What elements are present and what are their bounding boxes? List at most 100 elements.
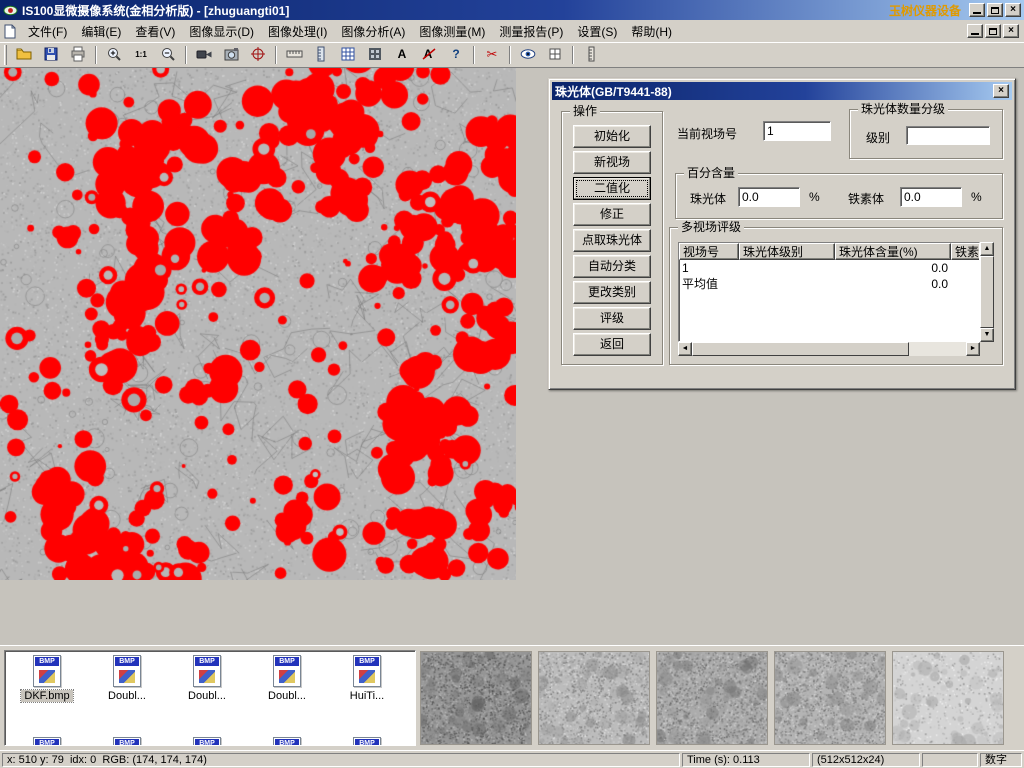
- restore-button[interactable]: [987, 3, 1003, 17]
- ferrite-percent-input[interactable]: [900, 187, 962, 207]
- table-col-header[interactable]: 珠光体级别: [739, 243, 835, 260]
- table-icon: [340, 46, 357, 65]
- help-button[interactable]: ?: [443, 44, 469, 66]
- file-item[interactable]: BMPDoubl...: [247, 655, 327, 702]
- scroll-left-button[interactable]: ◄: [678, 342, 692, 356]
- table-button[interactable]: [335, 44, 361, 66]
- scroll-up-button[interactable]: ▲: [980, 242, 994, 256]
- close-button[interactable]: ×: [1005, 3, 1021, 17]
- metallographic-image[interactable]: [0, 68, 516, 580]
- menu-item[interactable]: 文件(F): [21, 20, 74, 43]
- ruler-v-button[interactable]: [578, 44, 604, 66]
- table-col-header[interactable]: 铁素体: [951, 243, 980, 260]
- menu-item[interactable]: 帮助(H): [624, 20, 679, 43]
- file-item[interactable]: BMPHuiTi...: [327, 655, 407, 702]
- mdi-restore-button[interactable]: [985, 24, 1001, 38]
- menu-item[interactable]: 编辑(E): [74, 20, 128, 43]
- app-logo-icon: [3, 3, 19, 17]
- thumbnail-image[interactable]: [892, 651, 1004, 745]
- eye-button[interactable]: [515, 44, 541, 66]
- dialog-close-button[interactable]: ×: [993, 84, 1009, 98]
- open-button[interactable]: [11, 44, 37, 66]
- file-item[interactable]: BMP: [167, 737, 247, 746]
- actual-size-button[interactable]: 1:1: [128, 44, 154, 66]
- watermark-text: 玉树仪器设备: [889, 2, 961, 19]
- table-col-header[interactable]: 珠光体含量(%): [835, 243, 951, 260]
- bmp-badge: BMP: [115, 739, 139, 746]
- file-item[interactable]: BMP: [327, 737, 407, 746]
- thumbnail-image[interactable]: [774, 651, 886, 745]
- table-vertical-scrollbar[interactable]: ▲ ▼: [980, 242, 994, 342]
- op-button-5[interactable]: 点取珠光体: [573, 229, 651, 252]
- op-button-8[interactable]: 评级: [573, 307, 651, 330]
- toolbar-grip[interactable]: [4, 45, 7, 65]
- document-icon[interactable]: [3, 23, 19, 39]
- thumbnail-image[interactable]: [420, 651, 532, 745]
- zoom-in-button[interactable]: [101, 44, 127, 66]
- video-button[interactable]: [191, 44, 217, 66]
- font-edit-button[interactable]: A: [416, 44, 442, 66]
- table-row[interactable]: 10.0: [679, 260, 979, 276]
- table-cell: [739, 276, 835, 292]
- menu-item[interactable]: 测量报告(P): [492, 20, 570, 43]
- menu-item[interactable]: 图像显示(D): [182, 20, 261, 43]
- op-button-6[interactable]: 自动分类: [573, 255, 651, 278]
- arrow-left-icon: ◄: [682, 345, 689, 352]
- op-button-3[interactable]: 二值化: [573, 177, 651, 200]
- file-item[interactable]: BMP: [7, 737, 87, 746]
- file-label: DKF.bmp: [21, 690, 72, 702]
- print-button[interactable]: [65, 44, 91, 66]
- cut-button[interactable]: ✂: [479, 44, 505, 66]
- save-button[interactable]: [38, 44, 64, 66]
- ferrite-label: 铁素体: [848, 190, 884, 207]
- op-button-7[interactable]: 更改类别: [573, 281, 651, 304]
- pearlite-dialog: 珠光体(GB/T9441-88) × 操作 初始化新视场二值化修正点取珠光体自动…: [548, 78, 1016, 390]
- file-label: Doubl...: [105, 690, 149, 702]
- table-horizontal-scrollbar[interactable]: ◄ ►: [678, 342, 980, 356]
- menu-item[interactable]: 图像处理(I): [261, 20, 334, 43]
- file-item[interactable]: BMPDoubl...: [87, 655, 167, 702]
- file-list: BMPDKF.bmpBMPDoubl...BMPDoubl...BMPDoubl…: [7, 655, 407, 702]
- capture-button[interactable]: [218, 44, 244, 66]
- arrow-down-icon: ▼: [984, 331, 991, 338]
- menu-item[interactable]: 设置(S): [570, 20, 624, 43]
- zoom-out-button[interactable]: [155, 44, 181, 66]
- caliper-v-icon: [313, 46, 330, 65]
- scroll-track[interactable]: [909, 342, 966, 356]
- aim-button[interactable]: [245, 44, 271, 66]
- caliper-h-button[interactable]: [281, 44, 307, 66]
- file-label: HuiTi...: [347, 690, 387, 702]
- file-item[interactable]: BMPDKF.bmp: [7, 655, 87, 702]
- file-item[interactable]: BMP: [87, 737, 167, 746]
- menu-item[interactable]: 图像测量(M): [412, 20, 492, 43]
- op-button-4[interactable]: 修正: [573, 203, 651, 226]
- status-bar: x: 510 y: 79 idx: 0 RGB: (174, 174, 174)…: [0, 750, 1024, 768]
- horizontal-scroll-thumb[interactable]: [692, 342, 909, 356]
- dialog-title-bar[interactable]: 珠光体(GB/T9441-88) ×: [552, 82, 1012, 100]
- grid-dark-button[interactable]: [362, 44, 388, 66]
- current-field-input[interactable]: [763, 121, 831, 141]
- op-button-2[interactable]: 新视场: [573, 151, 651, 174]
- table-col-header[interactable]: 视场号: [679, 243, 739, 260]
- mdi-close-button[interactable]: ×: [1003, 24, 1019, 38]
- table-row[interactable]: 平均值0.0: [679, 276, 979, 292]
- mdi-minimize-button[interactable]: [967, 24, 983, 38]
- minimize-button[interactable]: [969, 3, 985, 17]
- file-item[interactable]: BMP: [247, 737, 327, 746]
- level-input[interactable]: [906, 126, 990, 145]
- file-item[interactable]: BMPDoubl...: [167, 655, 247, 702]
- pearlite-percent-input[interactable]: [738, 187, 800, 207]
- vertical-scroll-thumb[interactable]: [980, 256, 994, 328]
- grid-small-button[interactable]: [542, 44, 568, 66]
- op-button-1[interactable]: 初始化: [573, 125, 651, 148]
- caliper-v-button[interactable]: [308, 44, 334, 66]
- thumbnail-image[interactable]: [538, 651, 650, 745]
- thumbnail-image[interactable]: [656, 651, 768, 745]
- op-button-9[interactable]: 返回: [573, 333, 651, 356]
- menu-item[interactable]: 查看(V): [128, 20, 182, 43]
- menu-item[interactable]: 图像分析(A): [334, 20, 412, 43]
- capture-icon: [223, 46, 240, 65]
- scroll-right-button[interactable]: ►: [966, 342, 980, 356]
- scroll-down-button[interactable]: ▼: [980, 328, 994, 342]
- font-button[interactable]: A: [389, 44, 415, 66]
